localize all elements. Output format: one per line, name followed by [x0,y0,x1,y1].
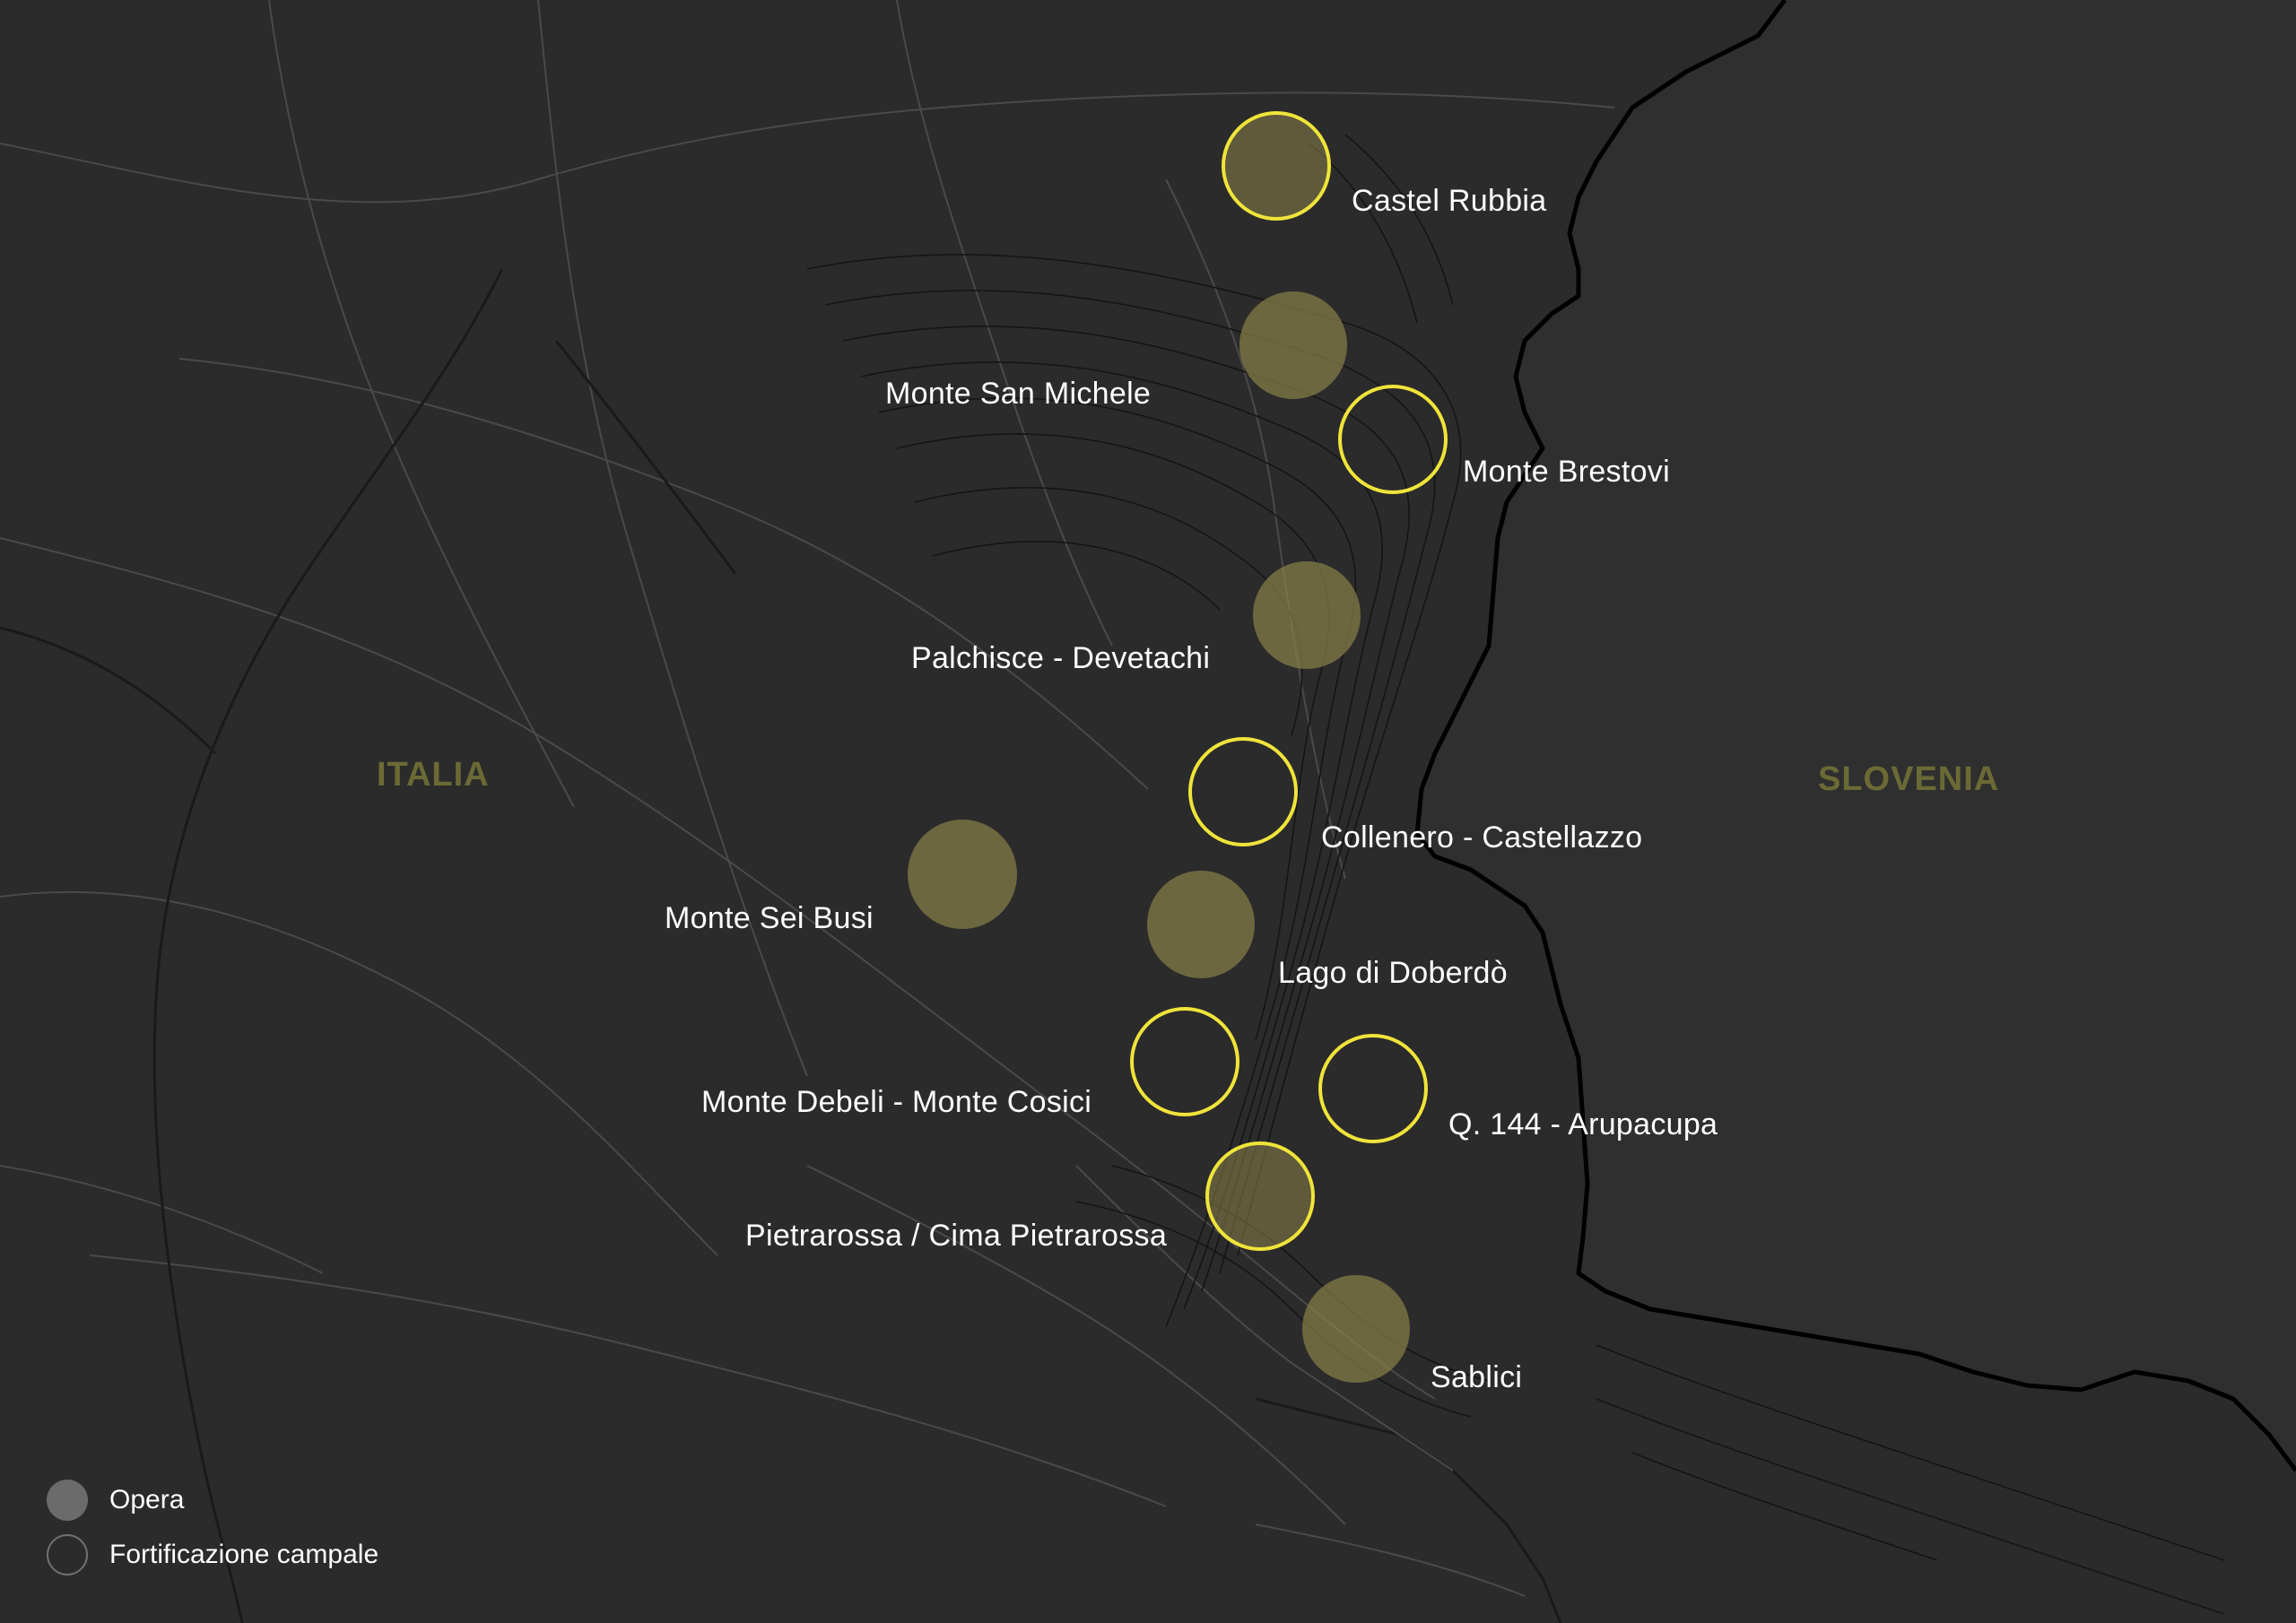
legend-opera-swatch [47,1480,88,1521]
label-sablici: Sablici [1431,1360,1523,1394]
label-palchisce-devetachi: Palchisce - Devetachi [911,641,1211,675]
marker-palchisce-devetachi[interactable] [1253,561,1361,669]
marker-monte-sei-busi[interactable] [908,820,1017,929]
label-castel-rubbia: Castel Rubbia [1352,184,1547,218]
label-monte-debeli-monte-cosici: Monte Debeli - Monte Cosici [701,1085,1092,1119]
legend-fortificazione: Fortificazione campale [47,1532,378,1577]
marker-sablici[interactable] [1302,1275,1410,1383]
label-pietrarossa: Pietrarossa / Cima Pietrarossa [745,1219,1168,1253]
label-q144-arupacupa: Q. 144 - Arupacupa [1448,1107,1718,1141]
country-label-italia: ITALIA [377,756,490,794]
marker-castel-rubbia[interactable] [1222,111,1331,221]
legend-fortificazione-label: Fortificazione campale [109,1540,379,1569]
marker-monte-san-michele[interactable] [1239,291,1347,399]
label-monte-brestovi: Monte Brestovi [1463,455,1670,489]
label-lago-di-doberdo: Lago di Doberdò [1278,956,1508,990]
legend-opera-label: Opera [109,1485,185,1515]
label-monte-sei-busi: Monte Sei Busi [665,901,874,935]
marker-pietrarossa[interactable] [1205,1141,1315,1251]
map-canvas [0,0,2296,1623]
label-collenero-castellazzo: Collenero - Castellazzo [1321,820,1643,855]
marker-lago-di-doberdo[interactable] [1147,871,1255,978]
label-monte-san-michele: Monte San Michele [885,377,1152,411]
legend-opera: Opera [47,1478,184,1523]
legend-fortificazione-swatch [47,1534,88,1575]
country-label-slovenia: SLOVENIA [1818,760,2000,798]
